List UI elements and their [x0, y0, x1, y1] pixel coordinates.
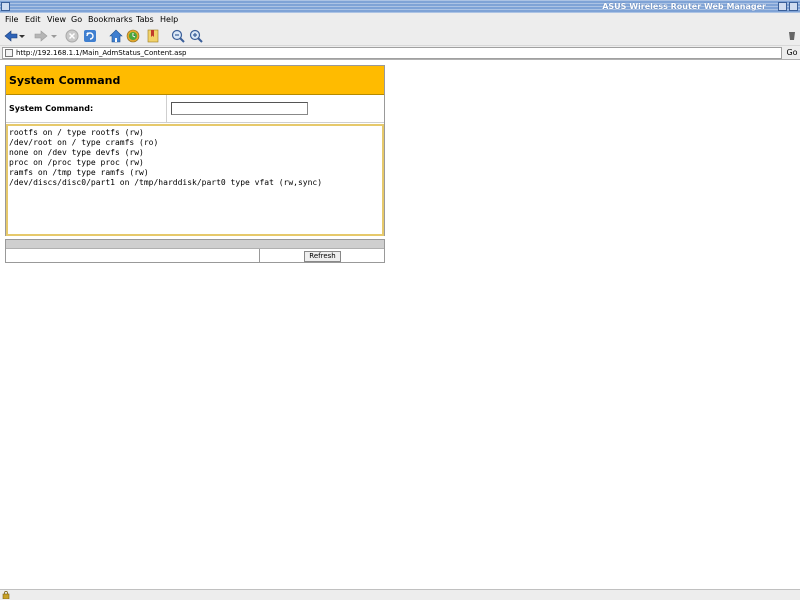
reload-icon[interactable]	[83, 29, 97, 43]
status-bar	[0, 589, 800, 600]
command-label: System Command:	[9, 104, 94, 113]
output-line: none on /dev type devfs (rw)	[9, 148, 144, 157]
url-text[interactable]: http://192.168.1.1/Main_AdmStatus_Conten…	[16, 49, 187, 57]
bookmarks-icon[interactable]	[146, 29, 160, 43]
zoom-out-icon[interactable]	[171, 29, 185, 43]
navigation-toolbar	[0, 26, 800, 46]
window-title: ASUS Wireless Router Web Manager	[602, 2, 766, 11]
command-input[interactable]	[171, 102, 308, 115]
footer-bar	[6, 240, 384, 249]
system-command-panel: System Command System Command: rootfs on…	[5, 65, 385, 236]
menu-tabs[interactable]: Tabs	[136, 13, 154, 26]
row-divider	[166, 95, 167, 123]
output-line: rootfs on / type rootfs (rw)	[9, 128, 144, 137]
stop-icon[interactable]	[65, 29, 79, 43]
url-field[interactable]: http://192.168.1.1/Main_AdmStatus_Conten…	[2, 47, 782, 59]
page-title: System Command	[6, 66, 384, 95]
forward-icon[interactable]	[34, 29, 48, 43]
command-output-textarea[interactable]: rootfs on / type rootfs (rw) /dev/root o…	[6, 124, 384, 236]
menubar: File Edit View Go Bookmarks Tabs Help	[0, 13, 800, 26]
home-icon[interactable]	[109, 29, 123, 43]
page-icon	[5, 49, 13, 57]
menu-view[interactable]: View	[47, 13, 66, 26]
output-line: ramfs on /tmp type ramfs (rw)	[9, 168, 149, 177]
address-bar: http://192.168.1.1/Main_AdmStatus_Conten…	[0, 46, 800, 60]
menu-file[interactable]: File	[5, 13, 18, 26]
close-icon[interactable]	[789, 2, 798, 11]
footer-spacer	[6, 249, 260, 262]
page-content: System Command System Command: rootfs on…	[0, 61, 800, 589]
output-line: proc on /proc type proc (rw)	[9, 158, 144, 167]
forward-dropdown-icon[interactable]	[50, 29, 58, 43]
back-dropdown-icon[interactable]	[18, 29, 26, 43]
window-titlebar[interactable]: ASUS Wireless Router Web Manager	[0, 0, 800, 13]
refresh-button[interactable]: Refresh	[304, 251, 341, 262]
go-button[interactable]: Go	[784, 47, 800, 59]
command-row: System Command:	[6, 95, 384, 123]
menu-go[interactable]: Go	[71, 13, 82, 26]
security-icon[interactable]	[2, 591, 10, 599]
output-line: /dev/discs/disc0/part1 on /tmp/harddisk/…	[9, 178, 323, 187]
menu-bookmarks[interactable]: Bookmarks	[88, 13, 133, 26]
back-icon[interactable]	[4, 29, 18, 43]
menu-help[interactable]: Help	[160, 13, 178, 26]
maximize-icon[interactable]	[778, 2, 787, 11]
footer-panel: Refresh	[5, 239, 385, 263]
menu-edit[interactable]: Edit	[25, 13, 41, 26]
zoom-in-icon[interactable]	[189, 29, 203, 43]
history-icon[interactable]	[126, 29, 140, 43]
window-menu-icon[interactable]	[1, 2, 10, 11]
throbber-icon	[789, 32, 795, 40]
output-line: /dev/root on / type cramfs (ro)	[9, 138, 159, 147]
